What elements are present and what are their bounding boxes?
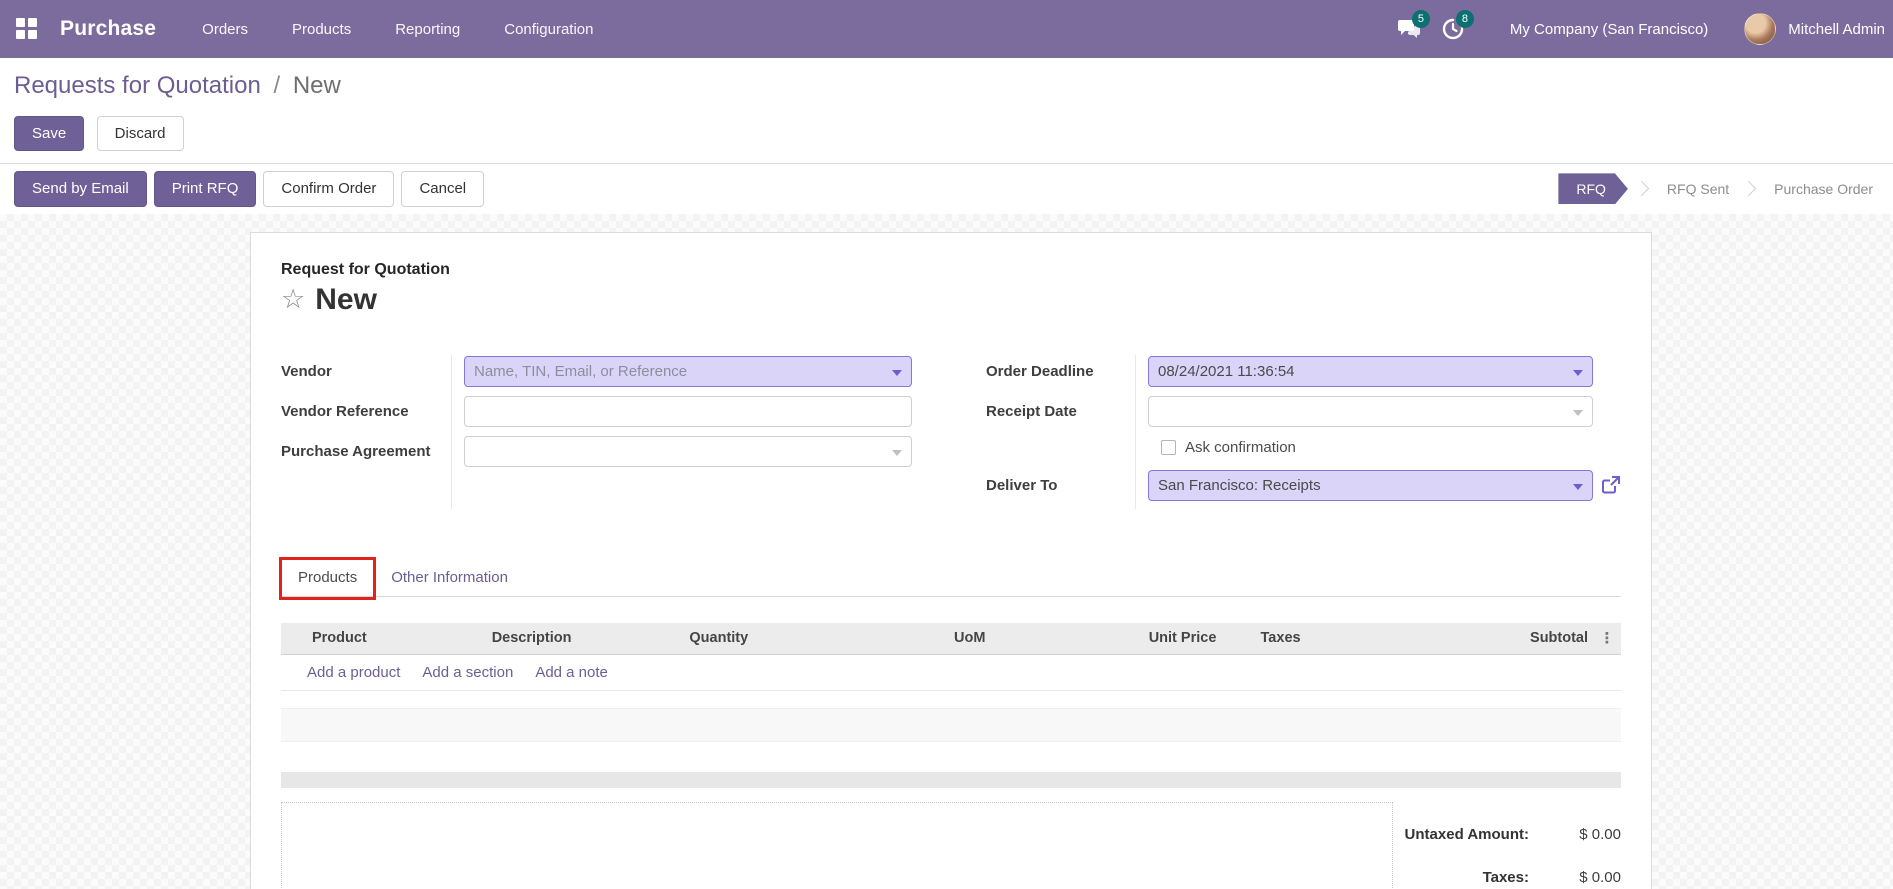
order-deadline-input[interactable] [1149, 356, 1592, 386]
apps-grid-icon[interactable] [16, 18, 38, 40]
notebook-tabs: Products Other Information [279, 555, 1621, 600]
control-panel: Requests for Quotation / New Save Discar… [0, 58, 1893, 164]
status-step-rfq[interactable]: RFQ [1558, 173, 1628, 204]
terms-notes-textarea[interactable] [281, 801, 1393, 889]
title-row: ☆ New [281, 283, 1621, 317]
tab-products[interactable]: Products [279, 556, 377, 600]
bottom-area: Untaxed Amount: $ 0.00 Taxes: $ 0.00 [281, 801, 1621, 889]
menu-configuration[interactable]: Configuration [504, 21, 593, 38]
empty-band [281, 707, 1621, 742]
taxes-label: Taxes: [1482, 868, 1529, 886]
field-groups: Vendor Vendor Reference Purchase Agreeme… [281, 354, 1621, 509]
deliver-to-field[interactable] [1148, 469, 1593, 501]
external-link-icon[interactable] [1601, 475, 1621, 495]
document-type-label: Request for Quotation [281, 260, 450, 278]
add-a-note-link[interactable]: Add a note [535, 664, 608, 681]
chevron-down-icon[interactable] [1573, 369, 1583, 376]
taxes-row: Taxes: $ 0.00 [1393, 869, 1621, 886]
tab-other-information[interactable]: Other Information [374, 559, 525, 596]
app-title[interactable]: Purchase [60, 17, 156, 41]
breadcrumb: Requests for Quotation / New [14, 72, 1879, 100]
send-by-email-button[interactable]: Send by Email [14, 171, 147, 207]
chevron-right-icon [1740, 181, 1757, 197]
table-header-row: Product Description Quantity UoM Unit Pr… [281, 622, 1621, 655]
deliver-to-label: Deliver To [986, 476, 1058, 494]
activities-badge: 8 [1455, 10, 1474, 28]
form-sheet: Request for Quotation ☆ New Vendor Vendo… [250, 231, 1652, 889]
print-rfq-button[interactable]: Print RFQ [153, 171, 257, 207]
messages-icon[interactable]: 5 [1392, 10, 1430, 46]
ask-confirmation-label: Ask confirmation [1185, 439, 1296, 456]
vendor-reference-field[interactable] [464, 395, 912, 427]
col-description[interactable]: Description [487, 630, 685, 646]
order-deadline-field[interactable] [1148, 355, 1593, 387]
confirm-order-button[interactable]: Confirm Order [263, 171, 395, 207]
chevron-down-icon[interactable] [1573, 483, 1583, 490]
ask-confirmation-row: Ask confirmation [1148, 435, 1621, 461]
vendor-label: Vendor [281, 362, 332, 380]
purchase-agreement-label: Purchase Agreement [281, 442, 431, 460]
purchase-agreement-field[interactable] [464, 435, 912, 467]
purchase-agreement-input[interactable] [465, 436, 911, 466]
untaxed-amount-row: Untaxed Amount: $ 0.00 [1393, 826, 1621, 843]
field-group-left: Vendor Vendor Reference Purchase Agreeme… [281, 354, 951, 509]
untaxed-amount-value: $ 0.00 [1579, 825, 1621, 843]
totals-block: Untaxed Amount: $ 0.00 Taxes: $ 0.00 [1393, 802, 1621, 889]
chevron-down-icon[interactable] [892, 449, 902, 456]
company-switcher[interactable]: My Company (San Francisco) [1510, 21, 1708, 38]
action-bar: Send by Email Print RFQ Confirm Order Ca… [0, 163, 1893, 214]
save-button[interactable]: Save [14, 116, 85, 152]
top-navbar: Purchase Orders Products Reporting Confi… [0, 0, 1893, 58]
order-lines-table: Product Description Quantity UoM Unit Pr… [281, 622, 1621, 691]
receipt-date-label: Receipt Date [986, 402, 1077, 420]
col-taxes[interactable]: Taxes [1256, 630, 1434, 646]
user-menu[interactable]: Mitchell Admin [1788, 21, 1885, 38]
field-group-right: Order Deadline Receipt Date Deliver To 0… [951, 354, 1621, 509]
add-a-section-link[interactable]: Add a section [422, 664, 513, 681]
document-title: New [315, 282, 377, 316]
discard-button[interactable]: Discard [96, 116, 184, 152]
taxes-value: $ 0.00 [1579, 868, 1621, 886]
vendor-reference-input[interactable] [465, 396, 911, 426]
col-unit-price[interactable]: Unit Price [1144, 630, 1256, 646]
breadcrumb-current: New [292, 72, 341, 99]
optional-columns-icon[interactable]: ⋮ [1593, 629, 1621, 647]
col-subtotal[interactable]: Subtotal [1433, 630, 1593, 646]
chevron-down-icon[interactable] [892, 369, 902, 376]
order-deadline-label: Order Deadline [986, 362, 1094, 380]
ask-confirmation-checkbox[interactable] [1161, 440, 1176, 455]
breadcrumb-separator: / [273, 72, 281, 99]
vendor-reference-label: Vendor Reference [281, 402, 409, 420]
avatar[interactable] [1744, 13, 1777, 45]
receipt-date-field[interactable] [1148, 395, 1593, 427]
status-step-rfq-sent[interactable]: RFQ Sent [1661, 181, 1735, 197]
col-quantity[interactable]: Quantity [684, 630, 814, 646]
breadcrumb-parent-link[interactable]: Requests for Quotation [14, 72, 261, 99]
statusbar: RFQ RFQ Sent Purchase Order [1558, 173, 1879, 204]
untaxed-amount-label: Untaxed Amount: [1404, 825, 1529, 843]
navbar-menu: Orders Products Reporting Configuration [202, 21, 593, 38]
add-a-product-link[interactable]: Add a product [307, 664, 400, 681]
table-add-row: Add a product Add a section Add a note [281, 655, 1621, 691]
col-product[interactable]: Product [307, 630, 487, 646]
receipt-date-input[interactable] [1149, 396, 1592, 426]
menu-products[interactable]: Products [292, 21, 351, 38]
col-uom[interactable]: UoM [949, 630, 1144, 646]
status-step-purchase-order[interactable]: Purchase Order [1768, 181, 1879, 197]
favorite-star-icon[interactable]: ☆ [281, 286, 305, 313]
navbar-right: 5 8 My Company (San Francisco) Mitchell … [1392, 10, 1885, 46]
chevron-right-icon [1633, 181, 1650, 197]
table-scrollbar-track[interactable] [281, 771, 1621, 788]
menu-orders[interactable]: Orders [202, 21, 248, 38]
deliver-to-input[interactable] [1149, 470, 1592, 500]
menu-reporting[interactable]: Reporting [395, 21, 460, 38]
vendor-field[interactable] [464, 355, 912, 387]
chevron-down-icon[interactable] [1573, 409, 1583, 416]
vendor-input[interactable] [465, 356, 911, 386]
messages-badge: 5 [1411, 10, 1430, 28]
activities-icon[interactable]: 8 [1436, 10, 1474, 46]
save-discard-row: Save Discard [14, 116, 1879, 163]
form-background: Request for Quotation ☆ New Vendor Vendo… [0, 213, 1893, 889]
cancel-button[interactable]: Cancel [401, 171, 485, 207]
